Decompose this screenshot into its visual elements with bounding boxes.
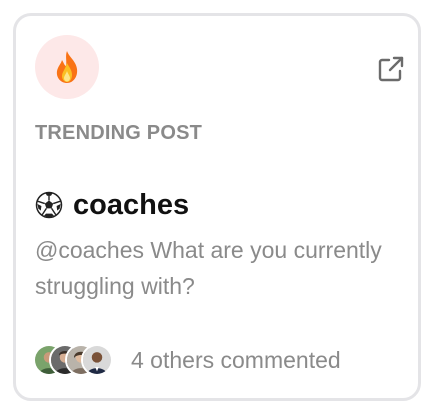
comments-summary[interactable]: 4 others commented <box>33 342 341 378</box>
avatar-stack <box>33 342 115 378</box>
external-link-icon[interactable] <box>376 54 406 84</box>
post-title-row[interactable]: coaches <box>35 188 189 222</box>
fire-badge <box>35 35 99 99</box>
post-body: @coaches What are you currently struggli… <box>35 237 382 299</box>
trending-post-card[interactable]: TRENDING POST coaches @coaches What are … <box>13 13 421 401</box>
eyebrow-label: TRENDING POST <box>35 122 203 144</box>
fire-icon <box>56 51 78 83</box>
post-title: coaches <box>73 188 190 221</box>
soccer-ball-icon <box>35 191 63 219</box>
avatar <box>81 344 113 376</box>
comments-count-text: 4 others commented <box>131 346 341 373</box>
